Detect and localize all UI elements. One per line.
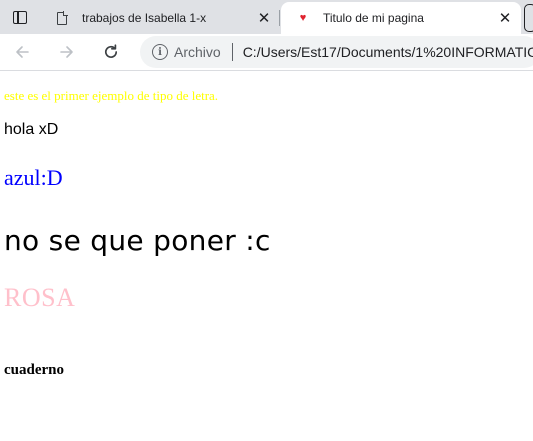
- reload-button[interactable]: [97, 38, 125, 66]
- tab-actions-button[interactable]: [0, 0, 40, 34]
- hola-text: hola xD: [4, 121, 59, 138]
- pink-text: ROSA: [4, 283, 76, 312]
- tab-actions-icon: [13, 10, 27, 24]
- toolbar: i Archivo C:/Users/Est17/Documents/1%20I…: [0, 34, 533, 71]
- tab-trabajos[interactable]: trabajos de Isabella 1-x ✕: [40, 2, 280, 34]
- tab-titulo[interactable]: ♥ Titulo de mi pagina ✕: [281, 2, 521, 34]
- arrow-right-icon: [60, 46, 73, 58]
- tab-strip: trabajos de Isabella 1-x ✕ ♥ Titulo de m…: [0, 0, 533, 34]
- large-text: no se que poner :c: [4, 224, 271, 257]
- arrow-left-icon: [16, 46, 29, 58]
- tab-title: Titulo de mi pagina: [323, 11, 424, 25]
- address-bar[interactable]: i Archivo C:/Users/Est17/Documents/1%20I…: [140, 36, 533, 68]
- address-separator: [231, 43, 233, 61]
- page-content: este es el primer ejemplo de tipo de let…: [0, 71, 533, 441]
- info-icon[interactable]: i: [152, 44, 168, 60]
- reload-icon: [105, 44, 118, 58]
- close-icon[interactable]: ✕: [495, 8, 515, 28]
- cuaderno-heading: cuaderno: [4, 362, 64, 378]
- new-tab-button[interactable]: [524, 4, 533, 32]
- document-icon: [54, 10, 70, 26]
- tab-title: trabajos de Isabella 1-x: [82, 11, 207, 25]
- address-url[interactable]: C:/Users/Est17/Documents/1%20INFORMATICA: [243, 44, 533, 60]
- forward-button[interactable]: [53, 38, 81, 66]
- back-button[interactable]: [8, 38, 36, 66]
- close-icon[interactable]: ✕: [254, 8, 274, 28]
- blue-text: azul:D: [4, 165, 63, 190]
- yellow-text: este es el primer ejemplo de tipo de let…: [4, 88, 219, 103]
- browser-window: trabajos de Isabella 1-x ✕ ♥ Titulo de m…: [0, 0, 533, 441]
- address-scheme-label: Archivo: [174, 44, 221, 60]
- heart-icon: ♥: [299, 11, 307, 24]
